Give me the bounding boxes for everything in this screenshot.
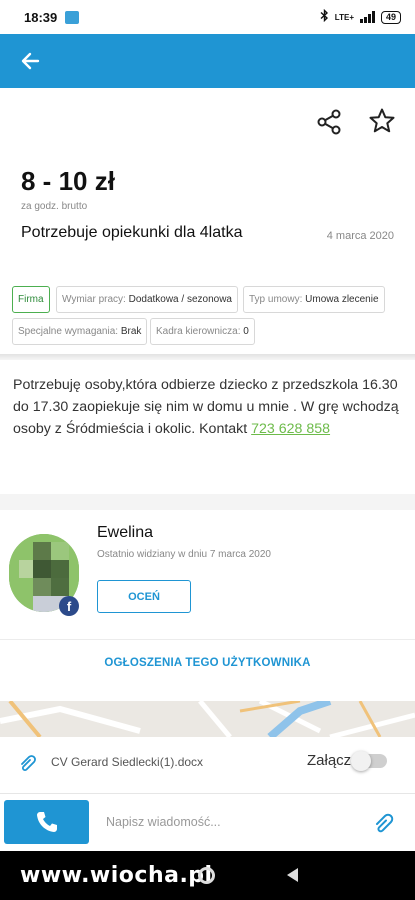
message-input[interactable] [100,806,360,838]
system-nav-bar: www.wiocha.pl [0,851,415,900]
section-gap [0,494,415,510]
toggle-knob[interactable] [351,751,371,771]
offer-description: Potrzebuję osoby,która odbierze dziecko … [13,374,405,440]
attach-label: Załącz [307,752,352,769]
watermark: www.wiocha.pl [20,863,213,888]
paperclip-icon [376,813,394,833]
last-seen: Ostatnio widziany w dniu 7 marca 2020 [97,549,271,560]
notification-icon [65,10,80,24]
arrow-left-icon [21,52,40,70]
tag-wymiar: Wymiar pracy: Dodatkowa / sezonowa [56,286,238,313]
tag-kadra-value: 0 [243,326,249,337]
tag-wymiar-value: Dodatkowa / sezonowa [128,294,232,305]
attach-message-button[interactable] [373,812,397,836]
status-icons: LTE+ 49 [320,8,401,25]
tag-wymiar-label: Wymiar pracy: [62,294,126,305]
tag-firma: Firma [12,286,50,313]
publish-date: 4 marca 2020 [326,230,394,242]
star-icon [369,108,395,133]
network-type: LTE+ [334,12,354,22]
facebook-icon: f [59,596,79,616]
user-name: Ewelina [97,524,154,541]
rate-button[interactable]: OCEŃ [97,580,191,613]
signal-icon [359,11,375,23]
attach-toggle[interactable] [351,751,387,771]
user-ads-link[interactable]: OGŁOSZENIA TEGO UŻYTKOWNIKA [0,657,415,669]
system-back-button[interactable] [287,868,298,882]
phone-icon [36,812,57,832]
tag-umowa-label: Typ umowy: [249,294,303,305]
tag-kadra: Kadra kierownicza: 0 [150,318,255,345]
attachment-file-name[interactable]: CV Gerard Siedlecki(1).docx [51,755,203,769]
job-title: Potrzebuje opiekunki dla 4latka [21,224,243,241]
paperclip-icon [18,753,40,775]
price-note: za godz. brutto [21,201,88,212]
divider [0,639,415,640]
map-graphic [0,701,415,737]
price: 8 - 10 zł [21,166,115,196]
favorite-button[interactable] [367,106,397,136]
app-bar [0,34,415,88]
tag-firma-label: Firma [18,294,44,305]
call-button[interactable] [4,800,89,844]
status-time: 18:39 [24,9,58,25]
phone-link[interactable]: 723 628 858 [251,421,330,437]
attachment-row: CV Gerard Siedlecki(1).docx Załącz [0,737,415,791]
divider [0,354,415,360]
description-text: Potrzebuję osoby,która odbierze dziecko … [13,377,399,437]
tag-wymagania: Specjalne wymagania: Brak [12,318,148,345]
tag-umowa-value: Umowa zlecenie [305,294,379,305]
share-icon [317,109,341,135]
tag-umowa: Typ umowy: Umowa zlecenie [243,286,385,313]
bluetooth-icon [320,8,329,25]
tag-wymagania-label: Specjalne wymagania: [18,326,119,337]
status-bar: 18:39 LTE+ 49 [0,0,415,34]
share-button[interactable] [316,108,344,136]
tag-wymagania-value: Brak [120,326,142,337]
home-button[interactable] [198,867,215,884]
battery-icon: 49 [380,10,401,24]
map-preview[interactable] [0,701,415,737]
tag-kadra-label: Kadra kierownicza: [156,326,241,337]
back-button[interactable] [16,46,46,76]
message-bar [0,793,415,851]
